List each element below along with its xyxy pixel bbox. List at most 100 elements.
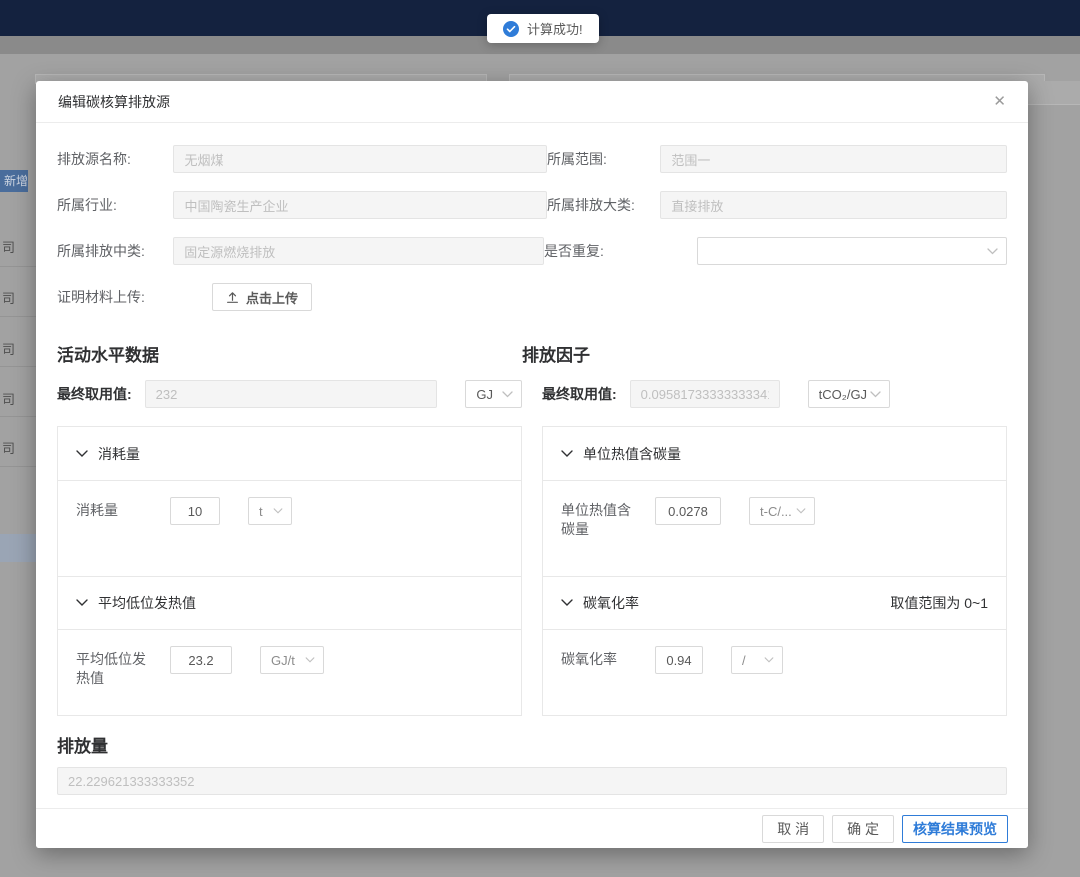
field-label: 排放源名称: <box>57 145 173 173</box>
select-value: t <box>259 504 273 519</box>
detail-panels: 消耗量 消耗量 t 平均低位发热值 <box>57 426 1007 716</box>
chevron-down-icon <box>76 450 88 458</box>
preview-result-button[interactable]: 核算结果预览 <box>902 815 1008 843</box>
screen: 新增 司 司 司 司 司 计算成功! 编辑碳核算排放源 ✕ 排放源名称: <box>0 0 1080 877</box>
background-table-fragment <box>1028 81 1080 105</box>
section-titles: 活动水平数据 排放因子 <box>57 337 1007 380</box>
consumption-body: 消耗量 t <box>58 481 521 576</box>
chevron-down-icon <box>502 391 513 398</box>
row-label: 平均低位发热值 <box>76 646 156 688</box>
oxidation-rate-input[interactable] <box>655 646 703 674</box>
row-label: 消耗量 <box>76 497 156 520</box>
upload-button-label: 点击上传 <box>246 288 298 307</box>
background-selected-row <box>0 534 36 562</box>
form-row: 所属行业: 所属排放大类: <box>57 191 1007 219</box>
upload-button[interactable]: 点击上传 <box>212 283 312 311</box>
chevron-down-icon <box>561 599 573 607</box>
activity-final-input <box>145 380 438 408</box>
carbon-content-section-header[interactable]: 单位热值含碳量 <box>543 427 1006 481</box>
chevron-down-icon <box>764 657 774 663</box>
major-category-input <box>660 191 1007 219</box>
field-label: 证明材料上传: <box>57 283 212 311</box>
form-row: 所属排放中类: 是否重复: <box>57 237 1007 265</box>
value-range-note: 取值范围为 0~1 <box>890 593 988 613</box>
dialog-header: 编辑碳核算排放源 ✕ <box>36 81 1028 123</box>
background-row-text: 司 <box>2 237 36 256</box>
background-row-divider <box>0 416 36 417</box>
field-label: 所属排放中类: <box>57 237 173 265</box>
background-row-text: 司 <box>2 288 36 307</box>
field-is-duplicate: 是否重复: <box>544 237 1007 265</box>
chevron-down-icon <box>987 248 998 255</box>
final-value-label: 最终取用值: <box>542 384 617 404</box>
chevron-down-icon <box>305 657 315 663</box>
carbon-content-unit-select[interactable]: t-C/... <box>749 497 815 525</box>
field-label: 是否重复: <box>544 237 697 265</box>
background-add-button: 新增 <box>0 170 28 192</box>
row-label: 碳氧化率 <box>561 646 641 669</box>
field-upload: 证明材料上传: 点击上传 <box>57 283 547 311</box>
activity-section-title: 活动水平数据 <box>57 341 522 366</box>
field-major-category: 所属排放大类: <box>547 191 1007 219</box>
factor-section-title: 排放因子 <box>522 341 987 366</box>
field-label: 所属范围: <box>547 145 660 173</box>
consumption-section-header[interactable]: 消耗量 <box>58 427 521 481</box>
heating-value-body: 平均低位发热值 GJ/t <box>58 630 521 715</box>
select-value: / <box>742 653 764 668</box>
row-label: 单位热值含碳量 <box>561 497 641 539</box>
activity-unit-select[interactable]: GJ <box>465 380 522 408</box>
field-middle-category: 所属排放中类: <box>57 237 544 265</box>
chevron-down-icon <box>561 450 573 458</box>
field-industry: 所属行业: <box>57 191 547 219</box>
select-value: GJ <box>476 387 502 402</box>
carbon-content-body: 单位热值含碳量 t-C/... <box>543 481 1006 576</box>
oxidation-rate-body: 碳氧化率 / <box>543 630 1006 715</box>
upload-icon <box>226 291 239 304</box>
dialog-footer: 取 消 确 定 核算结果预览 <box>36 808 1028 848</box>
confirm-button[interactable]: 确 定 <box>832 815 894 843</box>
field-label: 所属行业: <box>57 191 173 219</box>
factor-final-input <box>630 380 780 408</box>
industry-input <box>173 191 547 219</box>
oxidation-rate-unit-select[interactable]: / <box>731 646 783 674</box>
toast-message: 计算成功! <box>527 19 583 38</box>
heating-value-unit-select[interactable]: GJ/t <box>260 646 324 674</box>
background-row-text: 司 <box>2 339 36 358</box>
carbon-content-input[interactable] <box>655 497 721 525</box>
final-values-row: 最终取用值: GJ 最终取用值: tCO₂/GJ <box>57 380 1007 426</box>
background-row-text: 司 <box>2 389 36 408</box>
background-row-divider <box>0 466 36 467</box>
form-row: 证明材料上传: 点击上传 <box>57 283 1007 311</box>
factor-unit-select[interactable]: tCO₂/GJ <box>808 380 890 408</box>
select-value: GJ/t <box>271 653 305 668</box>
field-label: 所属排放大类: <box>547 191 660 219</box>
consumption-unit-select[interactable]: t <box>248 497 292 525</box>
middle-category-input <box>173 237 544 265</box>
chevron-down-icon <box>870 391 881 398</box>
dialog-title: 编辑碳核算排放源 <box>58 92 170 112</box>
dialog-body: 排放源名称: 所属范围: 所属行业: 所属排放大类: <box>36 123 1028 795</box>
background-row-text: 司 <box>2 438 36 457</box>
is-duplicate-select[interactable] <box>697 237 1007 265</box>
emission-result-input <box>57 767 1007 795</box>
close-icon[interactable]: ✕ <box>993 94 1006 109</box>
activity-final-value: 最终取用值: GJ <box>57 380 522 408</box>
chevron-down-icon <box>273 508 283 514</box>
select-value: t-C/... <box>760 504 796 519</box>
form-row: 排放源名称: 所属范围: <box>57 145 1007 173</box>
oxidation-rate-section-header[interactable]: 碳氧化率 取值范围为 0~1 <box>543 576 1006 630</box>
cancel-button[interactable]: 取 消 <box>762 815 824 843</box>
consumption-input[interactable] <box>170 497 220 525</box>
success-toast: 计算成功! <box>487 14 599 43</box>
heating-value-section-header[interactable]: 平均低位发热值 <box>58 576 521 630</box>
heating-value-input[interactable] <box>170 646 232 674</box>
section-header-label: 消耗量 <box>98 444 140 464</box>
field-source-name: 排放源名称: <box>57 145 547 173</box>
check-circle-icon <box>503 21 519 37</box>
source-name-input <box>173 145 547 173</box>
section-header-label: 单位热值含碳量 <box>583 444 681 464</box>
chevron-down-icon <box>76 599 88 607</box>
background-row-divider <box>0 266 36 267</box>
section-header-label: 平均低位发热值 <box>98 593 196 613</box>
field-scope: 所属范围: <box>547 145 1007 173</box>
